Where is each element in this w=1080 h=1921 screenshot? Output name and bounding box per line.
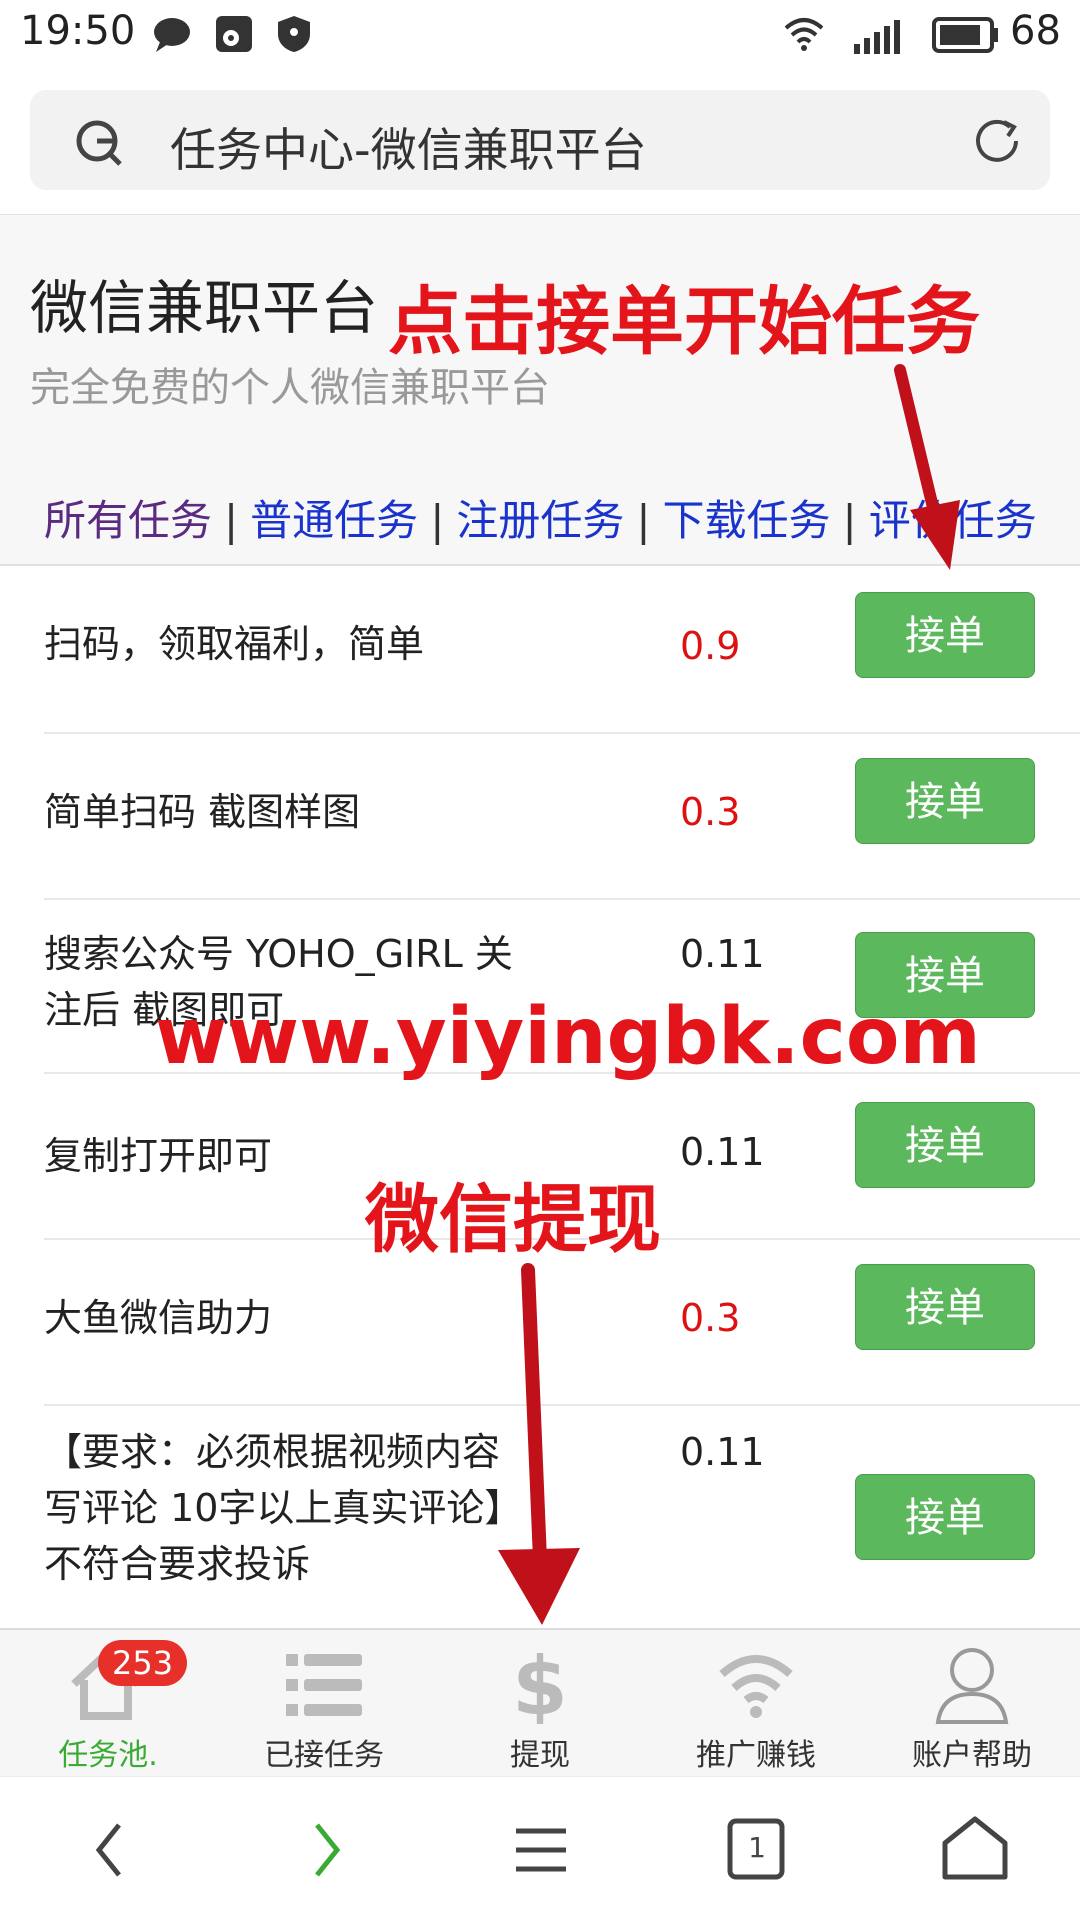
arrow-down-icon bbox=[498, 1263, 580, 1625]
tab-promote[interactable]: 推广赚钱 bbox=[648, 1630, 864, 1778]
filter-normal-tasks[interactable]: 普通任务 bbox=[250, 496, 418, 545]
home-nav-icon[interactable] bbox=[930, 1805, 1020, 1895]
filter-separator: | bbox=[842, 496, 857, 545]
page-title: 微信兼职平台 bbox=[30, 274, 379, 342]
task-title: 【要求：必须根据视频内容写评论 10字以上真实评论】不符合要求投诉 bbox=[44, 1430, 504, 1586]
signal-icon bbox=[854, 20, 900, 54]
task-count-badge: 253 bbox=[98, 1640, 188, 1686]
filter-register-tasks[interactable]: 注册任务 bbox=[456, 496, 624, 545]
task-price: 0.11 bbox=[680, 932, 765, 976]
mid-caption: 微信提现 bbox=[365, 1177, 661, 1263]
task-price: 0.9 bbox=[680, 624, 741, 668]
url-text[interactable]: 任务中心-微信兼职平台 bbox=[170, 114, 647, 180]
accept-task-button[interactable]: 接单 bbox=[855, 1474, 1035, 1560]
refresh-icon[interactable] bbox=[970, 114, 1024, 168]
tab-accepted-tasks[interactable]: 已接任务 bbox=[216, 1630, 432, 1778]
task-title: 扫码，领取福利，简单 bbox=[44, 622, 425, 666]
top-caption: 点击接单开始任务 bbox=[388, 279, 980, 365]
tabs-count: 1 bbox=[748, 1831, 766, 1864]
tab-account-help[interactable]: 账户帮助 bbox=[864, 1630, 1080, 1778]
filter-separator: | bbox=[224, 496, 239, 545]
chat-icon bbox=[154, 18, 190, 52]
battery-level: 68 bbox=[1010, 8, 1061, 54]
user-icon bbox=[935, 1648, 1009, 1724]
list-item: 简单扫码 截图样图 0.3 接单 bbox=[0, 734, 1080, 898]
weibo-icon bbox=[216, 16, 252, 52]
dollar-icon: $ bbox=[512, 1644, 568, 1724]
tab-label: 已接任务 bbox=[264, 1738, 384, 1773]
tab-label: 提现 bbox=[510, 1738, 570, 1773]
task-price: 0.3 bbox=[680, 790, 741, 834]
search-engine-icon[interactable] bbox=[72, 114, 126, 168]
tabs-button[interactable]: 1 bbox=[712, 1805, 802, 1895]
tab-task-pool[interactable]: 253 任务池. bbox=[0, 1630, 216, 1778]
accept-task-button[interactable]: 接单 bbox=[855, 1102, 1035, 1188]
status-time: 19:50 bbox=[20, 8, 136, 54]
status-bar: 19:50 68 bbox=[0, 0, 1080, 72]
filter-download-tasks[interactable]: 下载任务 bbox=[663, 496, 831, 545]
bottom-tab-bar: 253 任务池. 已接任务 $ 提现 推广赚钱 账户帮助 bbox=[0, 1628, 1080, 1778]
browser-nav-bar: 1 bbox=[0, 1776, 1080, 1921]
task-title: 简单扫码 截图样图 bbox=[44, 790, 361, 834]
task-price: 0.11 bbox=[680, 1130, 765, 1174]
tab-label: 账户帮助 bbox=[912, 1738, 1032, 1773]
filter-separator: | bbox=[430, 496, 445, 545]
filter-all-tasks[interactable]: 所有任务 bbox=[44, 496, 212, 545]
task-title: 大鱼微信助力 bbox=[44, 1296, 273, 1340]
tab-withdraw[interactable]: $ 提现 bbox=[432, 1630, 648, 1778]
wifi-icon bbox=[719, 1655, 793, 1718]
svg-text:$: $ bbox=[512, 1644, 568, 1724]
menu-icon[interactable] bbox=[496, 1805, 586, 1895]
battery-icon bbox=[932, 17, 998, 53]
filter-separator: | bbox=[636, 496, 651, 545]
task-price: 0.11 bbox=[680, 1430, 765, 1474]
watermark-url: www.yiyingbk.com bbox=[155, 992, 981, 1082]
accept-task-button[interactable]: 接单 bbox=[855, 758, 1035, 844]
wifi-status-icon bbox=[784, 18, 824, 51]
accept-task-button[interactable]: 接单 bbox=[855, 1264, 1035, 1350]
list-icon bbox=[286, 1654, 362, 1716]
tab-label: 任务池. bbox=[58, 1738, 158, 1773]
shield-icon bbox=[278, 16, 310, 52]
back-icon[interactable] bbox=[64, 1805, 154, 1895]
accept-task-button[interactable]: 接单 bbox=[855, 592, 1035, 678]
task-price: 0.3 bbox=[680, 1296, 741, 1340]
arrow-down-icon bbox=[894, 364, 960, 570]
forward-icon[interactable] bbox=[282, 1805, 372, 1895]
tab-label: 推广赚钱 bbox=[696, 1738, 816, 1773]
list-item: 扫码，领取福利，简单 0.9 接单 bbox=[0, 566, 1080, 732]
url-bar[interactable]: 任务中心-微信兼职平台 bbox=[30, 90, 1050, 190]
